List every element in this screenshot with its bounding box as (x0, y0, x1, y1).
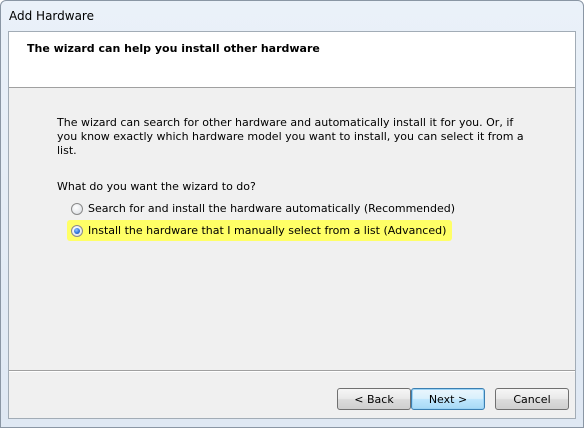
cancel-button[interactable]: Cancel (495, 388, 569, 410)
option-label: Install the hardware that I manually sel… (88, 224, 447, 237)
page-title: The wizard can help you install other ha… (27, 42, 320, 55)
radio-button-selected[interactable] (71, 224, 83, 237)
wizard-content: The wizard can help you install other ha… (8, 31, 576, 419)
wizard-header: The wizard can help you install other ha… (9, 32, 575, 88)
next-button[interactable]: Next > (411, 388, 485, 410)
title-bar[interactable]: Add Hardware (1, 1, 583, 31)
option-manual-select[interactable]: Install the hardware that I manually sel… (67, 220, 453, 241)
radio-button-unselected[interactable] (71, 202, 83, 215)
option-search-automatically[interactable]: Search for and install the hardware auto… (71, 202, 455, 215)
option-label: Search for and install the hardware auto… (88, 202, 456, 215)
description-text: The wizard can search for other hardware… (57, 116, 524, 157)
window-title: Add Hardware (9, 9, 94, 23)
question-label: What do you want the wizard to do? (57, 180, 256, 193)
footer-divider (9, 370, 575, 372)
add-hardware-window: Add Hardware The wizard can help you ins… (0, 0, 584, 428)
back-button[interactable]: < Back (337, 388, 411, 410)
